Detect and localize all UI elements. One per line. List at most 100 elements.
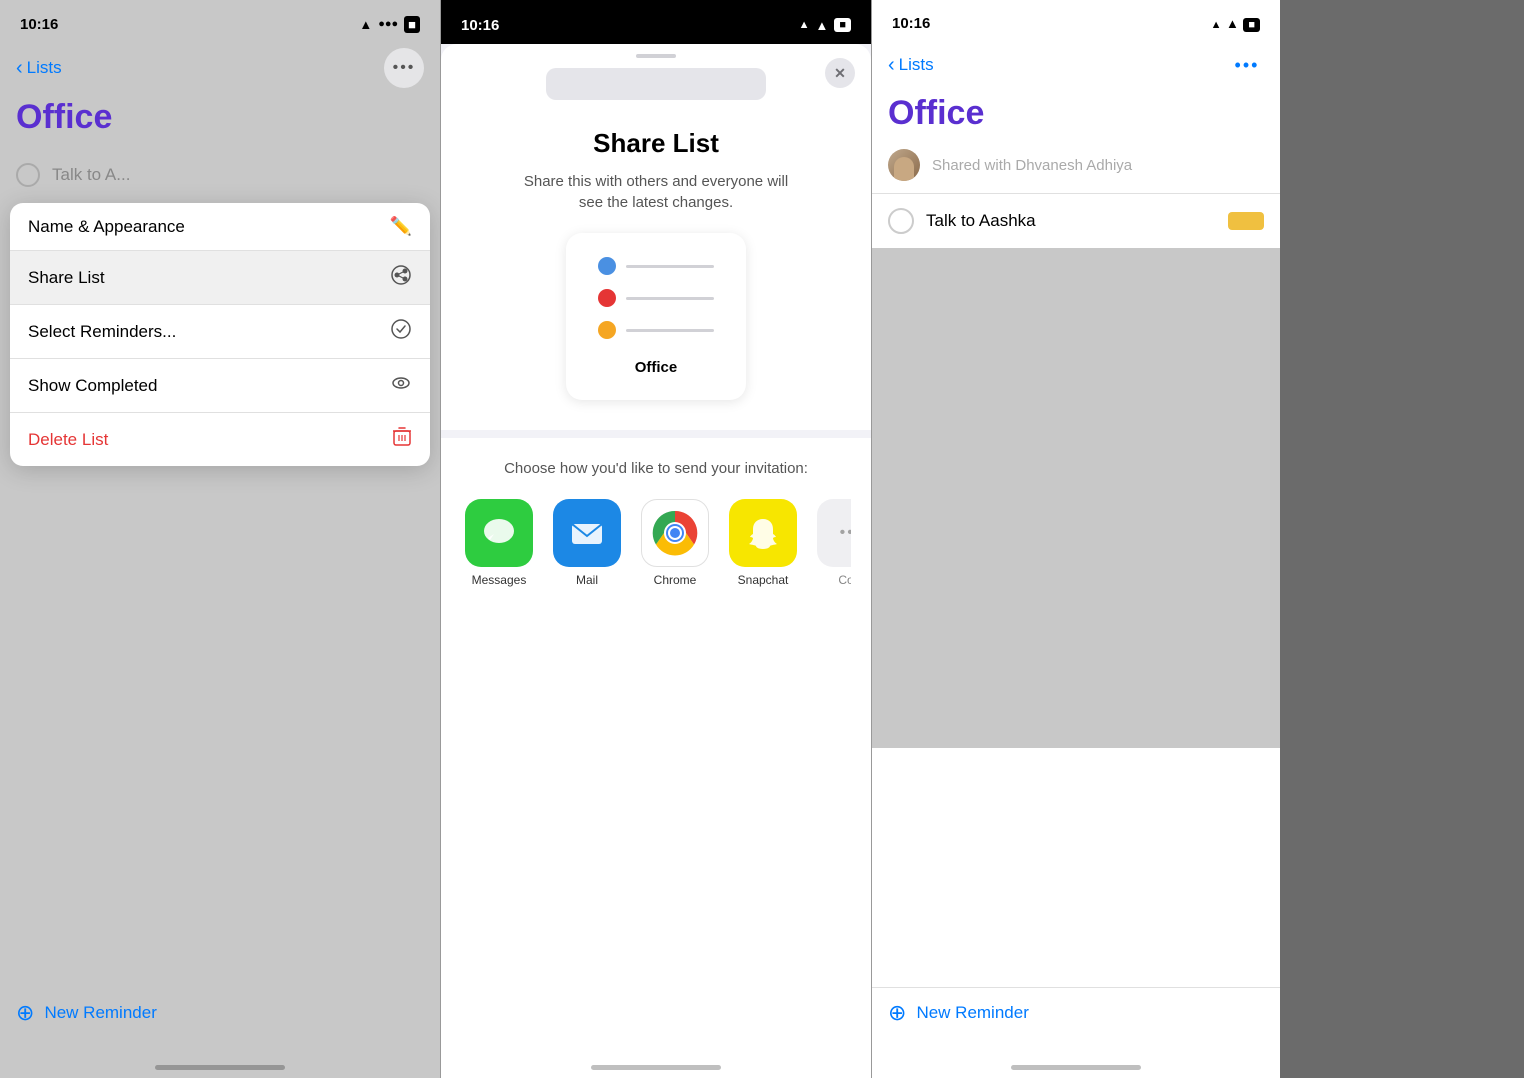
reminder-text-left: Talk to A... (52, 165, 130, 185)
modal-top-handle-area (441, 44, 871, 118)
more-button-right[interactable]: ••• (1230, 48, 1264, 82)
ellipsis-icon-left: ••• (393, 59, 416, 77)
gray-area-right (872, 248, 1280, 748)
modal-url-bar (546, 68, 766, 100)
reminder-text-right: Talk to Aashka (926, 211, 1036, 231)
name-appearance-label: Name & Appearance (28, 217, 185, 237)
dropdown-item-delete-list[interactable]: Delete List (10, 413, 430, 466)
right-phone: 10:16 ▲ ▲ ■ ‹ Lists ••• Office Shared wi… (872, 0, 1280, 1078)
new-reminder-bar-right[interactable]: ⊕ New Reminder (872, 987, 1280, 1038)
new-reminder-label-left: New Reminder (44, 1003, 156, 1023)
share-app-snapchat[interactable]: Snapchat (729, 499, 797, 587)
list-dot-orange (598, 321, 616, 339)
modal-close-button[interactable]: ✕ (825, 58, 855, 88)
middle-phone: 10:16 ▲ ▲ ■ ✕ Share List Share this with… (440, 0, 872, 1078)
list-dot-red (598, 289, 616, 307)
shared-avatar (888, 149, 920, 181)
modal-subtitle: Share this with others and everyone will… (516, 171, 796, 213)
share-app-mail[interactable]: Mail (553, 499, 621, 587)
reminder-row-right: Talk to Aashka (872, 194, 1280, 248)
home-indicator-left (155, 1065, 285, 1070)
more-button-left[interactable]: ••• (384, 48, 424, 88)
delete-list-label: Delete List (28, 430, 108, 450)
share-app-messages[interactable]: Messages (465, 499, 533, 587)
reminder-left: Talk to Aashka (888, 208, 1036, 234)
wifi-icon-middle: ▲ (815, 18, 828, 33)
shared-with-row: Shared with Dhvanesh Adhiya (872, 141, 1280, 194)
battery-icon-right: ■ (1243, 18, 1260, 32)
list-line-2 (626, 297, 714, 300)
modal-sheet: Share List Share this with others and ev… (441, 44, 871, 1078)
back-button-left[interactable]: ‹ Lists (16, 57, 62, 80)
back-label-left: Lists (27, 58, 62, 78)
mail-label: Mail (576, 573, 598, 587)
list-title-left: Office (0, 98, 440, 147)
snapchat-label: Snapchat (738, 573, 789, 587)
signal-icon-left: ●●● (378, 18, 398, 30)
list-dot-blue (598, 257, 616, 275)
status-icons-right: ▲ ▲ ■ (1211, 15, 1260, 33)
shared-name: Shared with Dhvanesh Adhiya (932, 157, 1132, 174)
reminder-item-left: Talk to A... (16, 163, 424, 187)
mail-icon (553, 499, 621, 567)
chrome-label: Chrome (654, 573, 697, 587)
plus-icon-left: ⊕ (16, 1000, 34, 1026)
time-right: 10:16 (892, 15, 930, 32)
reminder-area-left: Talk to A... (0, 147, 440, 203)
modal-share-section: Choose how you'd like to send your invit… (441, 438, 871, 1078)
list-line-1 (626, 265, 714, 268)
close-icon: ✕ (834, 65, 846, 82)
messages-label: Messages (472, 573, 527, 587)
trash-icon (392, 426, 412, 453)
list-preview-item-1 (598, 257, 714, 275)
plus-icon-right: ⊕ (888, 1000, 906, 1026)
dropdown-item-select-reminders[interactable]: Select Reminders... (10, 305, 430, 359)
avatar-silhouette (894, 157, 914, 181)
dropdown-menu-left: Name & Appearance ✏️ Share List Select R… (10, 203, 430, 466)
status-icons-left: ▲ ●●● ■ (359, 16, 420, 33)
modal-title: Share List (593, 128, 719, 159)
share-app-chrome[interactable]: Chrome (641, 499, 709, 587)
list-preview-item-2 (598, 289, 714, 307)
status-bar-right: 10:16 ▲ ▲ ■ (872, 0, 1280, 44)
dropdown-item-share-list[interactable]: Share List (10, 251, 430, 305)
home-indicator-right (1011, 1065, 1141, 1070)
reminder-circle-right (888, 208, 914, 234)
battery-icon-middle: ■ (834, 18, 851, 32)
dropdown-item-name-appearance[interactable]: Name & Appearance ✏️ (10, 203, 430, 251)
status-bar-middle: 10:16 ▲ ▲ ■ (441, 0, 871, 44)
more-label: Co... (838, 573, 851, 587)
status-icons-middle: ▲ ▲ ■ (799, 18, 851, 33)
more-icon: ••• (817, 499, 851, 567)
modal-handle (636, 54, 676, 58)
header-bar-right: ‹ Lists ••• (872, 44, 1280, 90)
dropdown-item-show-completed[interactable]: Show Completed (10, 359, 430, 413)
chevron-left-icon-right: ‹ (888, 54, 895, 77)
list-preview-name: Office (598, 359, 714, 376)
left-phone: 10:16 ▲ ●●● ■ ‹ Lists ••• Office Talk to… (0, 0, 440, 1078)
signal-icon-middle: ▲ (799, 19, 810, 31)
new-reminder-label-right: New Reminder (916, 1003, 1028, 1023)
home-indicator-middle (591, 1065, 721, 1070)
header-bar-left: ‹ Lists ••• (0, 44, 440, 98)
battery-icon-left: ■ (404, 16, 420, 33)
time-left: 10:16 (20, 16, 58, 33)
snapchat-icon (729, 499, 797, 567)
modal-share-label: Choose how you'd like to send your invit… (461, 458, 851, 479)
back-label-right: Lists (899, 55, 934, 75)
back-button-right[interactable]: ‹ Lists (888, 54, 934, 77)
share-apps-row: Messages Mail (461, 499, 851, 587)
chrome-icon (641, 499, 709, 567)
eye-icon (390, 372, 412, 399)
reminder-tag (1228, 212, 1264, 230)
wifi-icon-left: ▲ (359, 17, 372, 32)
list-line-3 (626, 329, 714, 332)
chevron-left-icon-left: ‹ (16, 57, 23, 80)
modal-content-top: Share List Share this with others and ev… (441, 118, 871, 430)
checkmark-circle-icon (390, 318, 412, 345)
select-reminders-label: Select Reminders... (28, 322, 176, 342)
share-app-more[interactable]: ••• Co... (817, 499, 851, 587)
modal-divider (441, 430, 871, 438)
wifi-icon-right: ▲ (1226, 16, 1239, 31)
new-reminder-bar-left[interactable]: ⊕ New Reminder (0, 988, 440, 1038)
